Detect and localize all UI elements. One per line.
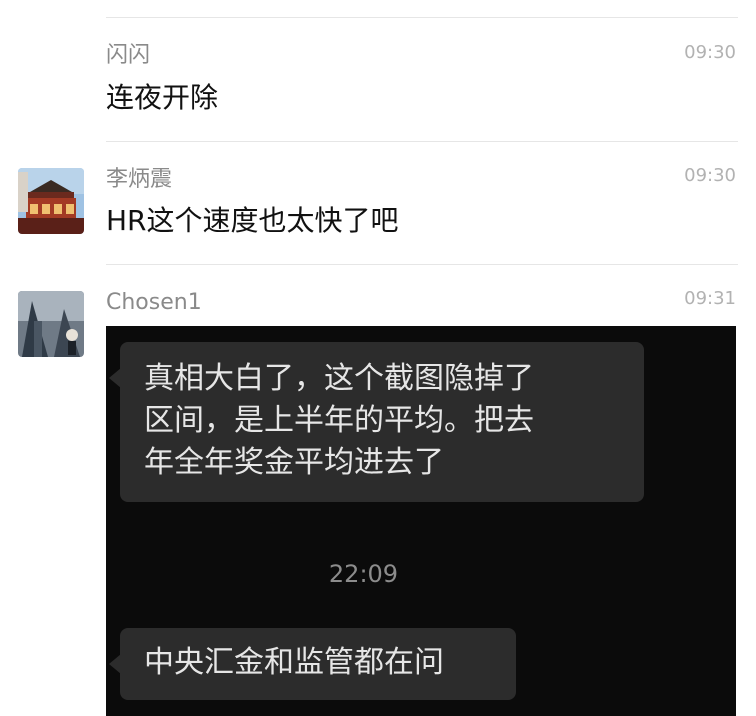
image-message[interactable]: 真相大白了，这个截图隐掉了 区间，是上半年的平均。把去 年全年奖金平均进去了 2… <box>106 326 736 716</box>
bubble-line: 中央汇金和监管都在问 <box>144 645 444 680</box>
chat-view: 闪闪 09:30 连夜开除 李炳震 09:30 HR这个速度也太快了吧 Chos… <box>0 0 756 716</box>
screenshot-timestamp: 22:09 <box>328 560 399 588</box>
message-divider <box>106 264 738 265</box>
message-time: 09:30 <box>684 42 736 63</box>
message-text: HR这个速度也太快了吧 <box>106 204 399 237</box>
bubble-line: 年全年奖金平均进去了 <box>144 445 444 480</box>
message-divider <box>106 17 738 18</box>
city-avatar-image <box>18 291 84 357</box>
bubble-line: 真相大白了，这个截图隐掉了 <box>144 361 534 396</box>
sender-name: 闪闪 <box>106 43 151 68</box>
message-text: 连夜开除 <box>106 81 219 114</box>
avatar[interactable] <box>18 168 84 234</box>
sender-name: Chosen1 <box>106 290 202 315</box>
message-divider <box>106 141 738 142</box>
sender-name: 李炳震 <box>106 167 173 192</box>
message-time: 09:31 <box>684 288 736 309</box>
temple-avatar-image <box>18 168 84 234</box>
screenshot-bubble: 真相大白了，这个截图隐掉了 区间，是上半年的平均。把去 年全年奖金平均进去了 <box>109 342 644 502</box>
bubble-line: 区间，是上半年的平均。把去 <box>144 403 534 438</box>
avatar[interactable] <box>18 291 84 357</box>
message-time: 09:30 <box>684 165 736 186</box>
screenshot-bubble: 中央汇金和监管都在问 <box>109 628 516 700</box>
